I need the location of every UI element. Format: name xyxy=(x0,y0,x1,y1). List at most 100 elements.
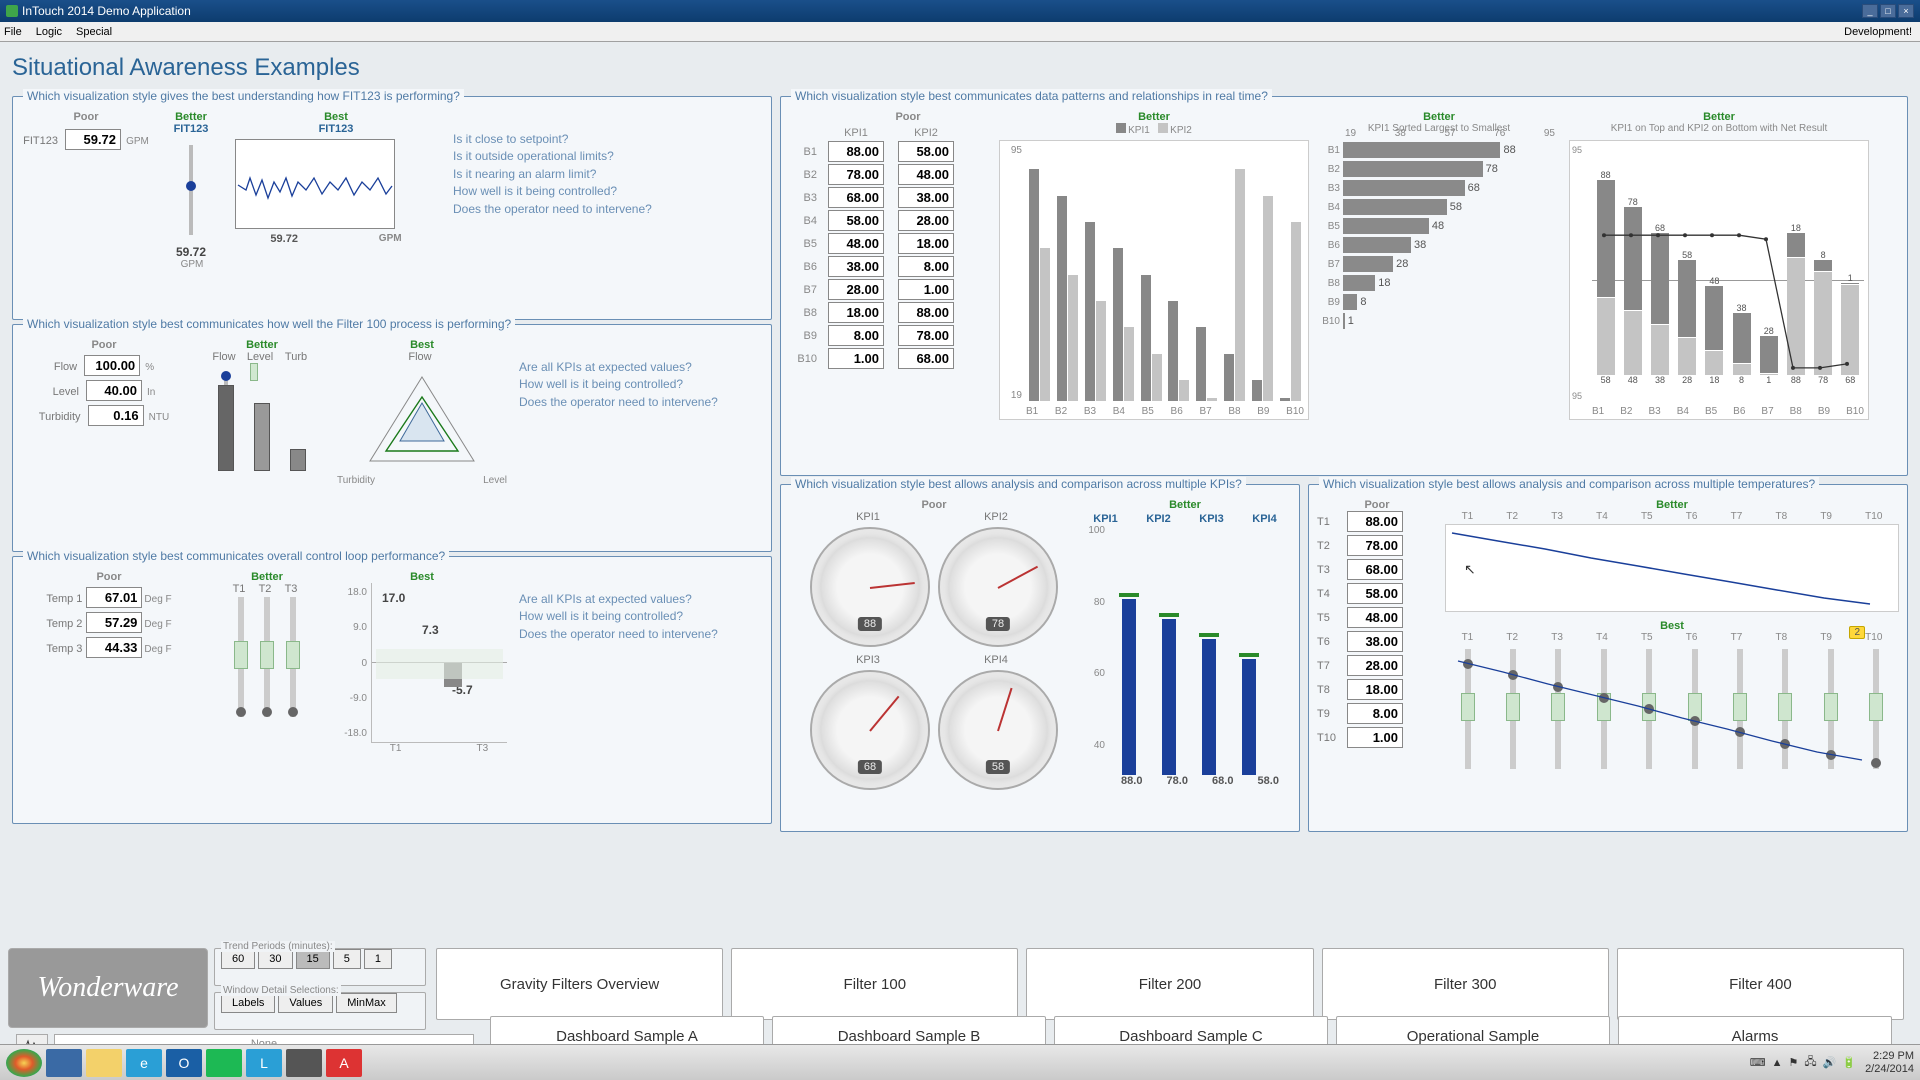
label-better: Better xyxy=(151,111,231,123)
gauge-kpi3: 68 xyxy=(810,670,930,790)
system-tray: ⌨ ▲ ⚑ 🖧 🔊 🔋 2:29 PM 2/24/2014 xyxy=(1747,1050,1914,1074)
folder-icon[interactable] xyxy=(86,1049,122,1077)
trend-chart xyxy=(235,139,395,229)
volume-icon[interactable]: 🔊 xyxy=(1823,1056,1837,1069)
panel1-question: Which visualization style gives the best… xyxy=(23,89,464,103)
kpi1-value: 58.00 xyxy=(828,210,884,231)
nav-filter 100[interactable]: Filter 100 xyxy=(731,948,1018,1020)
label-best: Best xyxy=(231,111,441,123)
app-icon xyxy=(6,5,18,17)
tray-arrow-icon[interactable]: ▲ xyxy=(1772,1057,1783,1069)
panel-realtime-patterns: Which visualization style best communica… xyxy=(780,96,1908,476)
temp-line-chart: ↖ xyxy=(1445,524,1899,612)
kpi-row-label: B1 xyxy=(793,146,821,158)
temp3-value: 44.33 xyxy=(86,637,142,658)
explorer-icon[interactable] xyxy=(46,1049,82,1077)
nav-filter 200[interactable]: Filter 200 xyxy=(1026,948,1313,1020)
trend-btn-15[interactable]: 15 xyxy=(296,949,330,969)
menu-special[interactable]: Special xyxy=(76,26,112,38)
trend-btn-60[interactable]: 60 xyxy=(221,949,255,969)
kpi2-value: 28.00 xyxy=(898,210,954,231)
temp-value: 38.00 xyxy=(1347,631,1403,652)
bottom-nav: Wonderware None Trend Periods (minutes):… xyxy=(8,948,1908,1030)
flow-value: 100.00 xyxy=(84,355,140,376)
kpi2-value: 88.00 xyxy=(898,302,954,323)
nav-gravity filters overview[interactable]: Gravity Filters Overview xyxy=(436,948,723,1020)
wonderware-logo: Wonderware xyxy=(8,948,208,1028)
network-icon[interactable]: 🖧 xyxy=(1804,1053,1816,1072)
kpi1-value: 48.00 xyxy=(828,233,884,254)
temp-value: 48.00 xyxy=(1347,607,1403,628)
panel1-questions: Is it close to setpoint? Is it outside o… xyxy=(453,131,652,218)
menu-logic[interactable]: Logic xyxy=(36,26,62,38)
kpi1-value: 78.00 xyxy=(828,164,884,185)
temp-value: 58.00 xyxy=(1347,583,1403,604)
kpi1-value: 38.00 xyxy=(828,256,884,277)
adobe-icon[interactable]: A xyxy=(326,1049,362,1077)
kpi-row-label: B9 xyxy=(793,330,821,342)
fit123-tag: FIT123 xyxy=(151,123,231,135)
chrome-icon[interactable] xyxy=(6,1049,42,1077)
window-title: InTouch 2014 Demo Application xyxy=(22,4,191,18)
alert-badge: 2 xyxy=(1849,626,1865,639)
kpi1-value: 88.00 xyxy=(828,141,884,162)
sorted-bar-chart: B188B278B368B458B548B638B728B818B98B101 xyxy=(1319,142,1559,329)
temp-value: 1.00 xyxy=(1347,727,1403,748)
kpi2-value: 8.00 xyxy=(898,256,954,277)
gauge-kpi4: 58 xyxy=(938,670,1058,790)
taskbar: e O L A ⌨ ▲ ⚑ 🖧 🔊 🔋 2:29 PM 2/24/2014 xyxy=(0,1044,1920,1080)
gauge-kpi2: 78 xyxy=(938,527,1058,647)
maximize-button[interactable]: □ xyxy=(1880,4,1896,18)
grouped-bar-chart: 9519 B1B2B3B4B5B6B7B8B9B10 xyxy=(999,140,1309,420)
close-button[interactable]: × xyxy=(1898,4,1914,18)
kpi-row-label: B8 xyxy=(793,307,821,319)
outlook-icon[interactable]: O xyxy=(166,1049,202,1077)
panel-multi-kpi: Which visualization style best allows an… xyxy=(780,484,1300,832)
label-poor: Poor xyxy=(21,111,151,123)
spotify-icon[interactable] xyxy=(206,1049,242,1077)
combo-bar-chart: 95 95 88 5878 4868 3858 2848 1838 828 11… xyxy=(1569,140,1869,420)
fit123-label: FIT123 xyxy=(23,135,58,147)
temp-value: 8.00 xyxy=(1347,703,1403,724)
trend-btn-5[interactable]: 5 xyxy=(333,949,361,969)
turbidity-value: 0.16 xyxy=(88,405,144,426)
temp-value: 68.00 xyxy=(1347,559,1403,580)
ie-icon[interactable]: e xyxy=(126,1049,162,1077)
flag-icon[interactable]: ⚑ xyxy=(1789,1056,1799,1069)
battery-icon[interactable]: 🔋 xyxy=(1842,1056,1856,1069)
nav-filter 300[interactable]: Filter 300 xyxy=(1322,948,1609,1020)
temp-value: 18.00 xyxy=(1347,679,1403,700)
nav-filter 400[interactable]: Filter 400 xyxy=(1617,948,1904,1020)
kpi-row-label: B4 xyxy=(793,215,821,227)
trend-periods-group: Trend Periods (minutes): 60301551 xyxy=(214,948,426,986)
clock[interactable]: 2:29 PM 2/24/2014 xyxy=(1865,1050,1914,1074)
detail-btn-minmax[interactable]: MinMax xyxy=(336,993,397,1013)
fit123-value: 59.72 xyxy=(65,129,121,150)
kpi-row-label: B10 xyxy=(793,353,821,365)
deviation-chart: 17.0 7.3 -5.7 xyxy=(371,583,507,743)
kpi-row-label: B5 xyxy=(793,238,821,250)
trend-btn-1[interactable]: 1 xyxy=(364,949,392,969)
app-icon[interactable] xyxy=(286,1049,322,1077)
panel-multi-temp: Which visualization style best allows an… xyxy=(1308,484,1908,832)
menu-bar: File Logic Special Development! xyxy=(0,22,1920,42)
menu-file[interactable]: File xyxy=(4,26,22,38)
trend-btn-30[interactable]: 30 xyxy=(258,949,292,969)
kpi-row-label: B6 xyxy=(793,261,821,273)
kpi2-value: 48.00 xyxy=(898,164,954,185)
lync-icon[interactable]: L xyxy=(246,1049,282,1077)
kpi-row-label: B3 xyxy=(793,192,821,204)
minimize-button[interactable]: _ xyxy=(1862,4,1878,18)
kpi1-value: 8.00 xyxy=(828,325,884,346)
kpi2-value: 68.00 xyxy=(898,348,954,369)
keyboard-icon[interactable]: ⌨ xyxy=(1750,1056,1766,1069)
temp-value: 88.00 xyxy=(1347,511,1403,532)
panel-fit123: Which visualization style gives the best… xyxy=(12,96,772,320)
detail-btn-labels[interactable]: Labels xyxy=(221,993,275,1013)
slider-val: 59.72 xyxy=(151,245,231,259)
detail-btn-values[interactable]: Values xyxy=(278,993,333,1013)
kpi-row-label: B2 xyxy=(793,169,821,181)
kpi1-value: 1.00 xyxy=(828,348,884,369)
kpi1-value: 28.00 xyxy=(828,279,884,300)
kpi1-value: 18.00 xyxy=(828,302,884,323)
